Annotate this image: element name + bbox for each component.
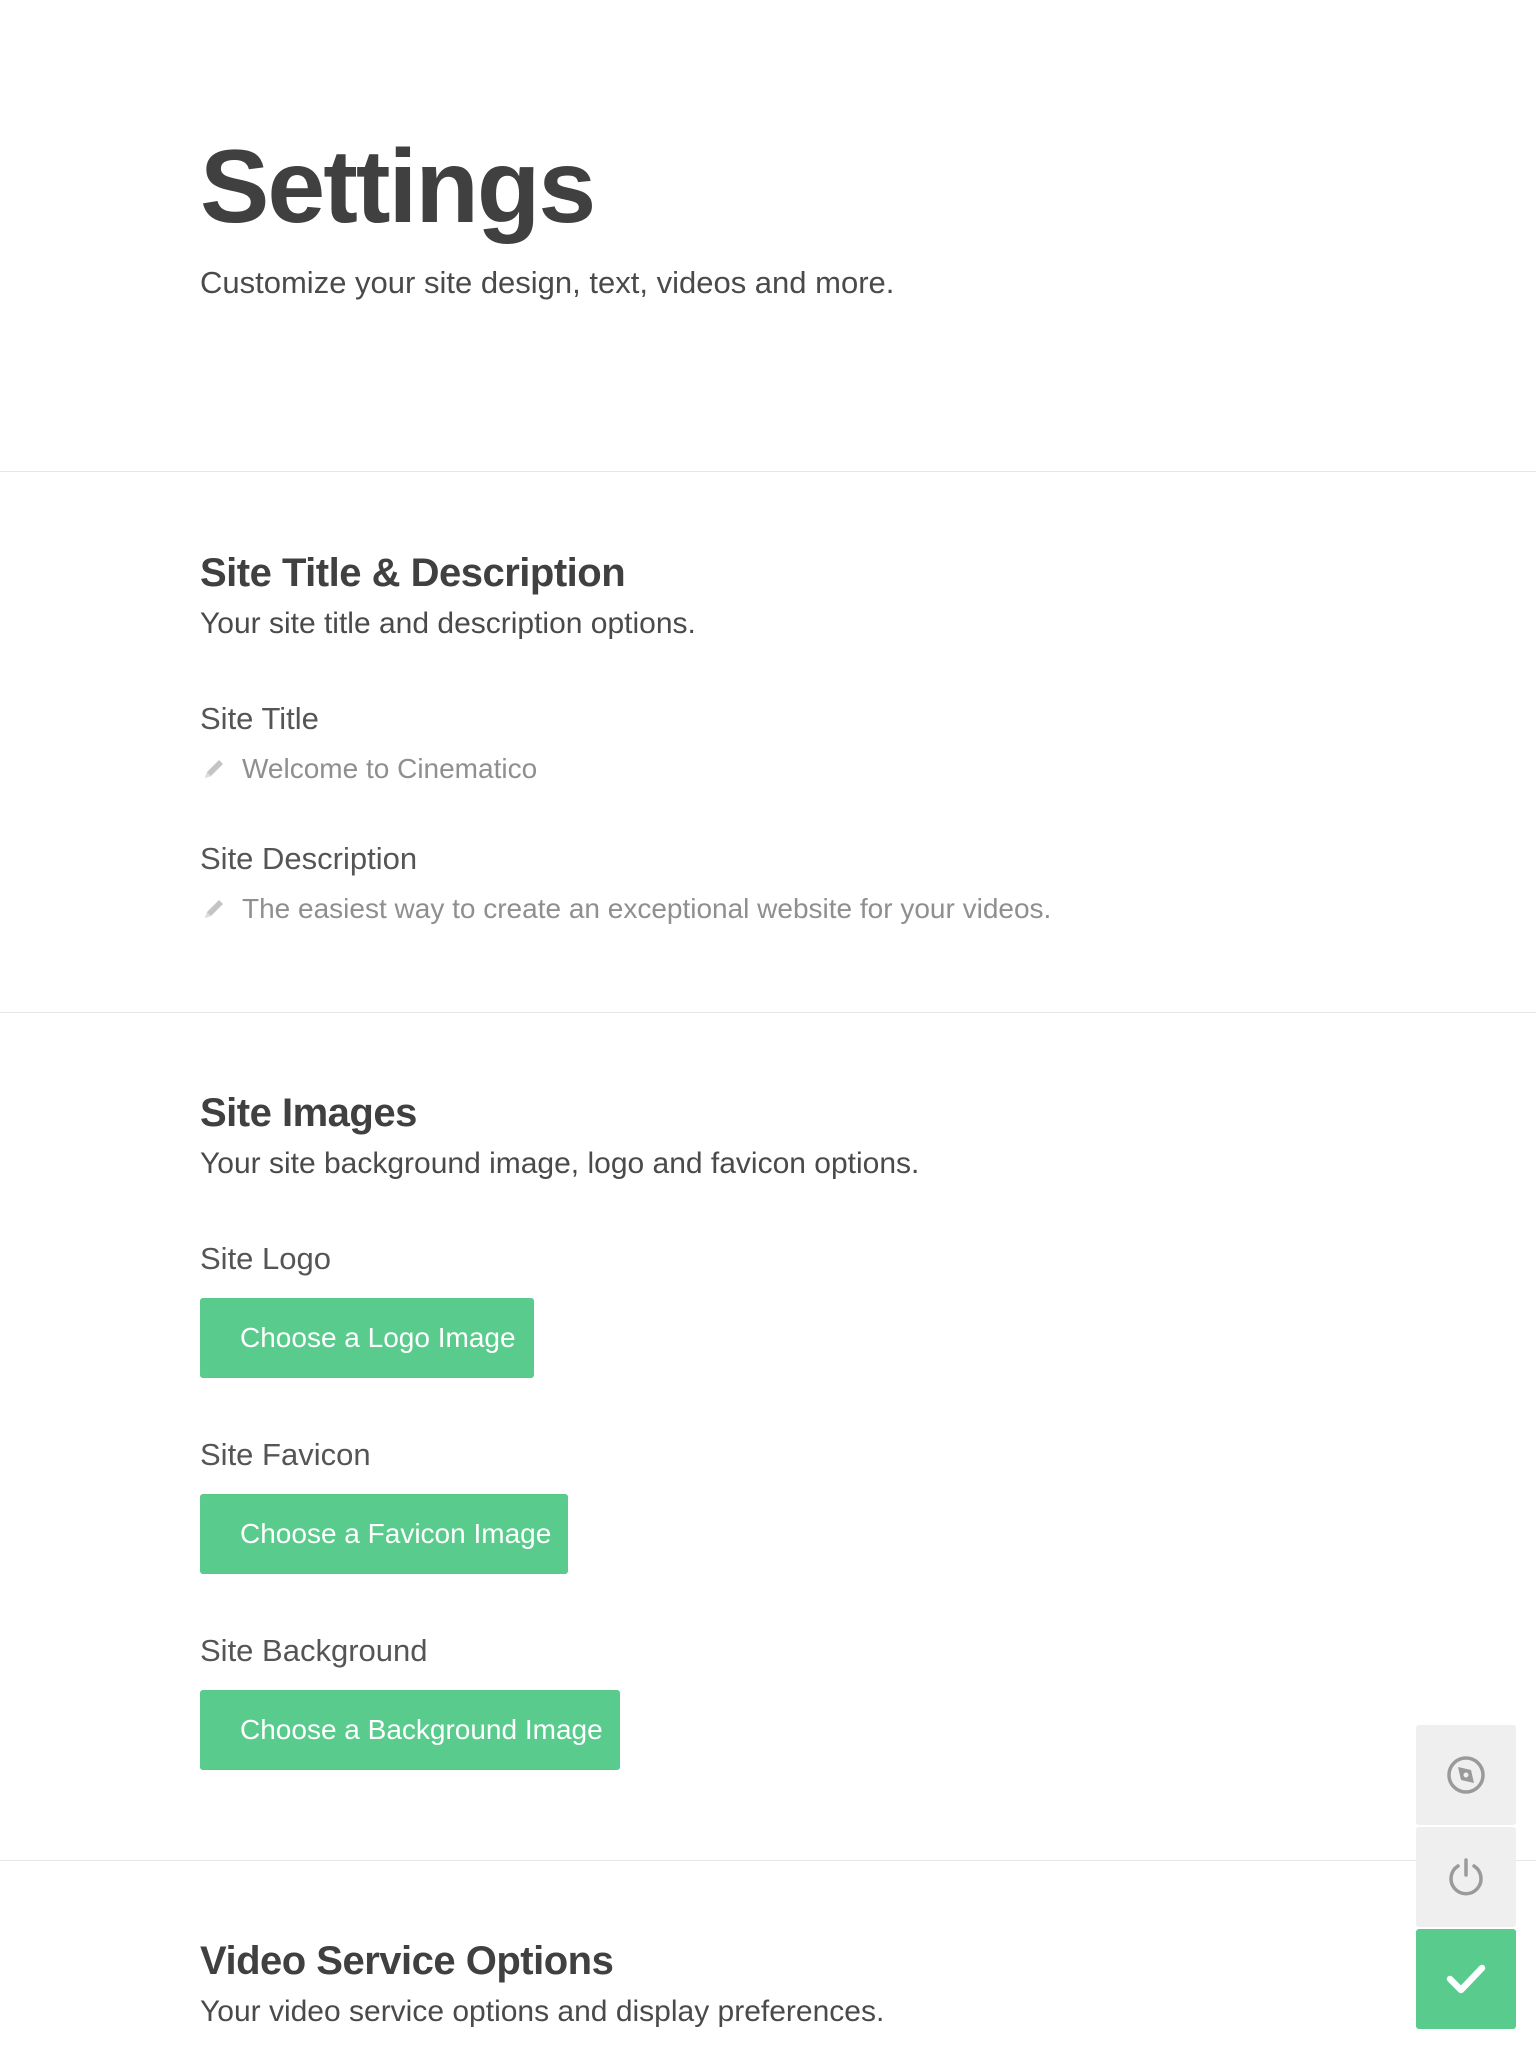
choose-logo-button[interactable]: Choose a Logo Image <box>200 1298 534 1378</box>
pencil-icon <box>205 760 223 778</box>
section-video-service: Video Service Options Your video service… <box>200 1941 884 2029</box>
divider <box>0 471 1536 472</box>
site-description-value: The easiest way to create an exceptional… <box>242 893 1052 924</box>
section-subheading: Your site title and description options. <box>200 607 696 640</box>
compass-icon <box>1447 1756 1485 1794</box>
save-button[interactable] <box>1416 1929 1516 2029</box>
compass-button[interactable] <box>1416 1725 1516 1825</box>
page-header: Settings Customize your site design, tex… <box>200 135 894 301</box>
section-site-images: Site Images Your site background image, … <box>200 1093 919 1181</box>
section-title-description: Site Title & Description Your site title… <box>200 553 696 641</box>
section-heading: Site Images <box>200 1091 417 1135</box>
section-heading: Site Title & Description <box>200 551 626 595</box>
site-description-field[interactable]: The easiest way to create an exceptional… <box>202 893 1051 925</box>
choose-favicon-button[interactable]: Choose a Favicon Image <box>200 1494 568 1574</box>
choose-background-button[interactable]: Choose a Background Image <box>200 1690 620 1770</box>
site-title-value: Welcome to Cinematico <box>242 753 538 784</box>
divider <box>0 1012 1536 1013</box>
divider <box>0 1860 1536 1861</box>
page-subtitle: Customize your site design, text, videos… <box>200 265 895 300</box>
section-subheading: Your site background image, logo and fav… <box>200 1147 920 1180</box>
page-title: Settings <box>200 129 596 245</box>
power-icon <box>1449 1858 1483 1896</box>
section-heading: Video Service Options <box>200 1939 614 1983</box>
site-title-label: Site Title <box>200 701 319 736</box>
section-subheading: Your video service options and display p… <box>200 1995 885 2028</box>
site-title-field[interactable]: Welcome to Cinematico <box>202 753 537 785</box>
site-description-label: Site Description <box>200 841 418 876</box>
checkmark-icon <box>1446 1964 1486 1994</box>
site-favicon-label: Site Favicon <box>200 1437 371 1472</box>
power-button[interactable] <box>1416 1827 1516 1927</box>
pencil-icon <box>205 900 223 918</box>
settings-page: Settings Customize your site design, tex… <box>0 0 1536 2048</box>
site-logo-label: Site Logo <box>200 1241 331 1276</box>
site-background-label: Site Background <box>200 1633 428 1668</box>
